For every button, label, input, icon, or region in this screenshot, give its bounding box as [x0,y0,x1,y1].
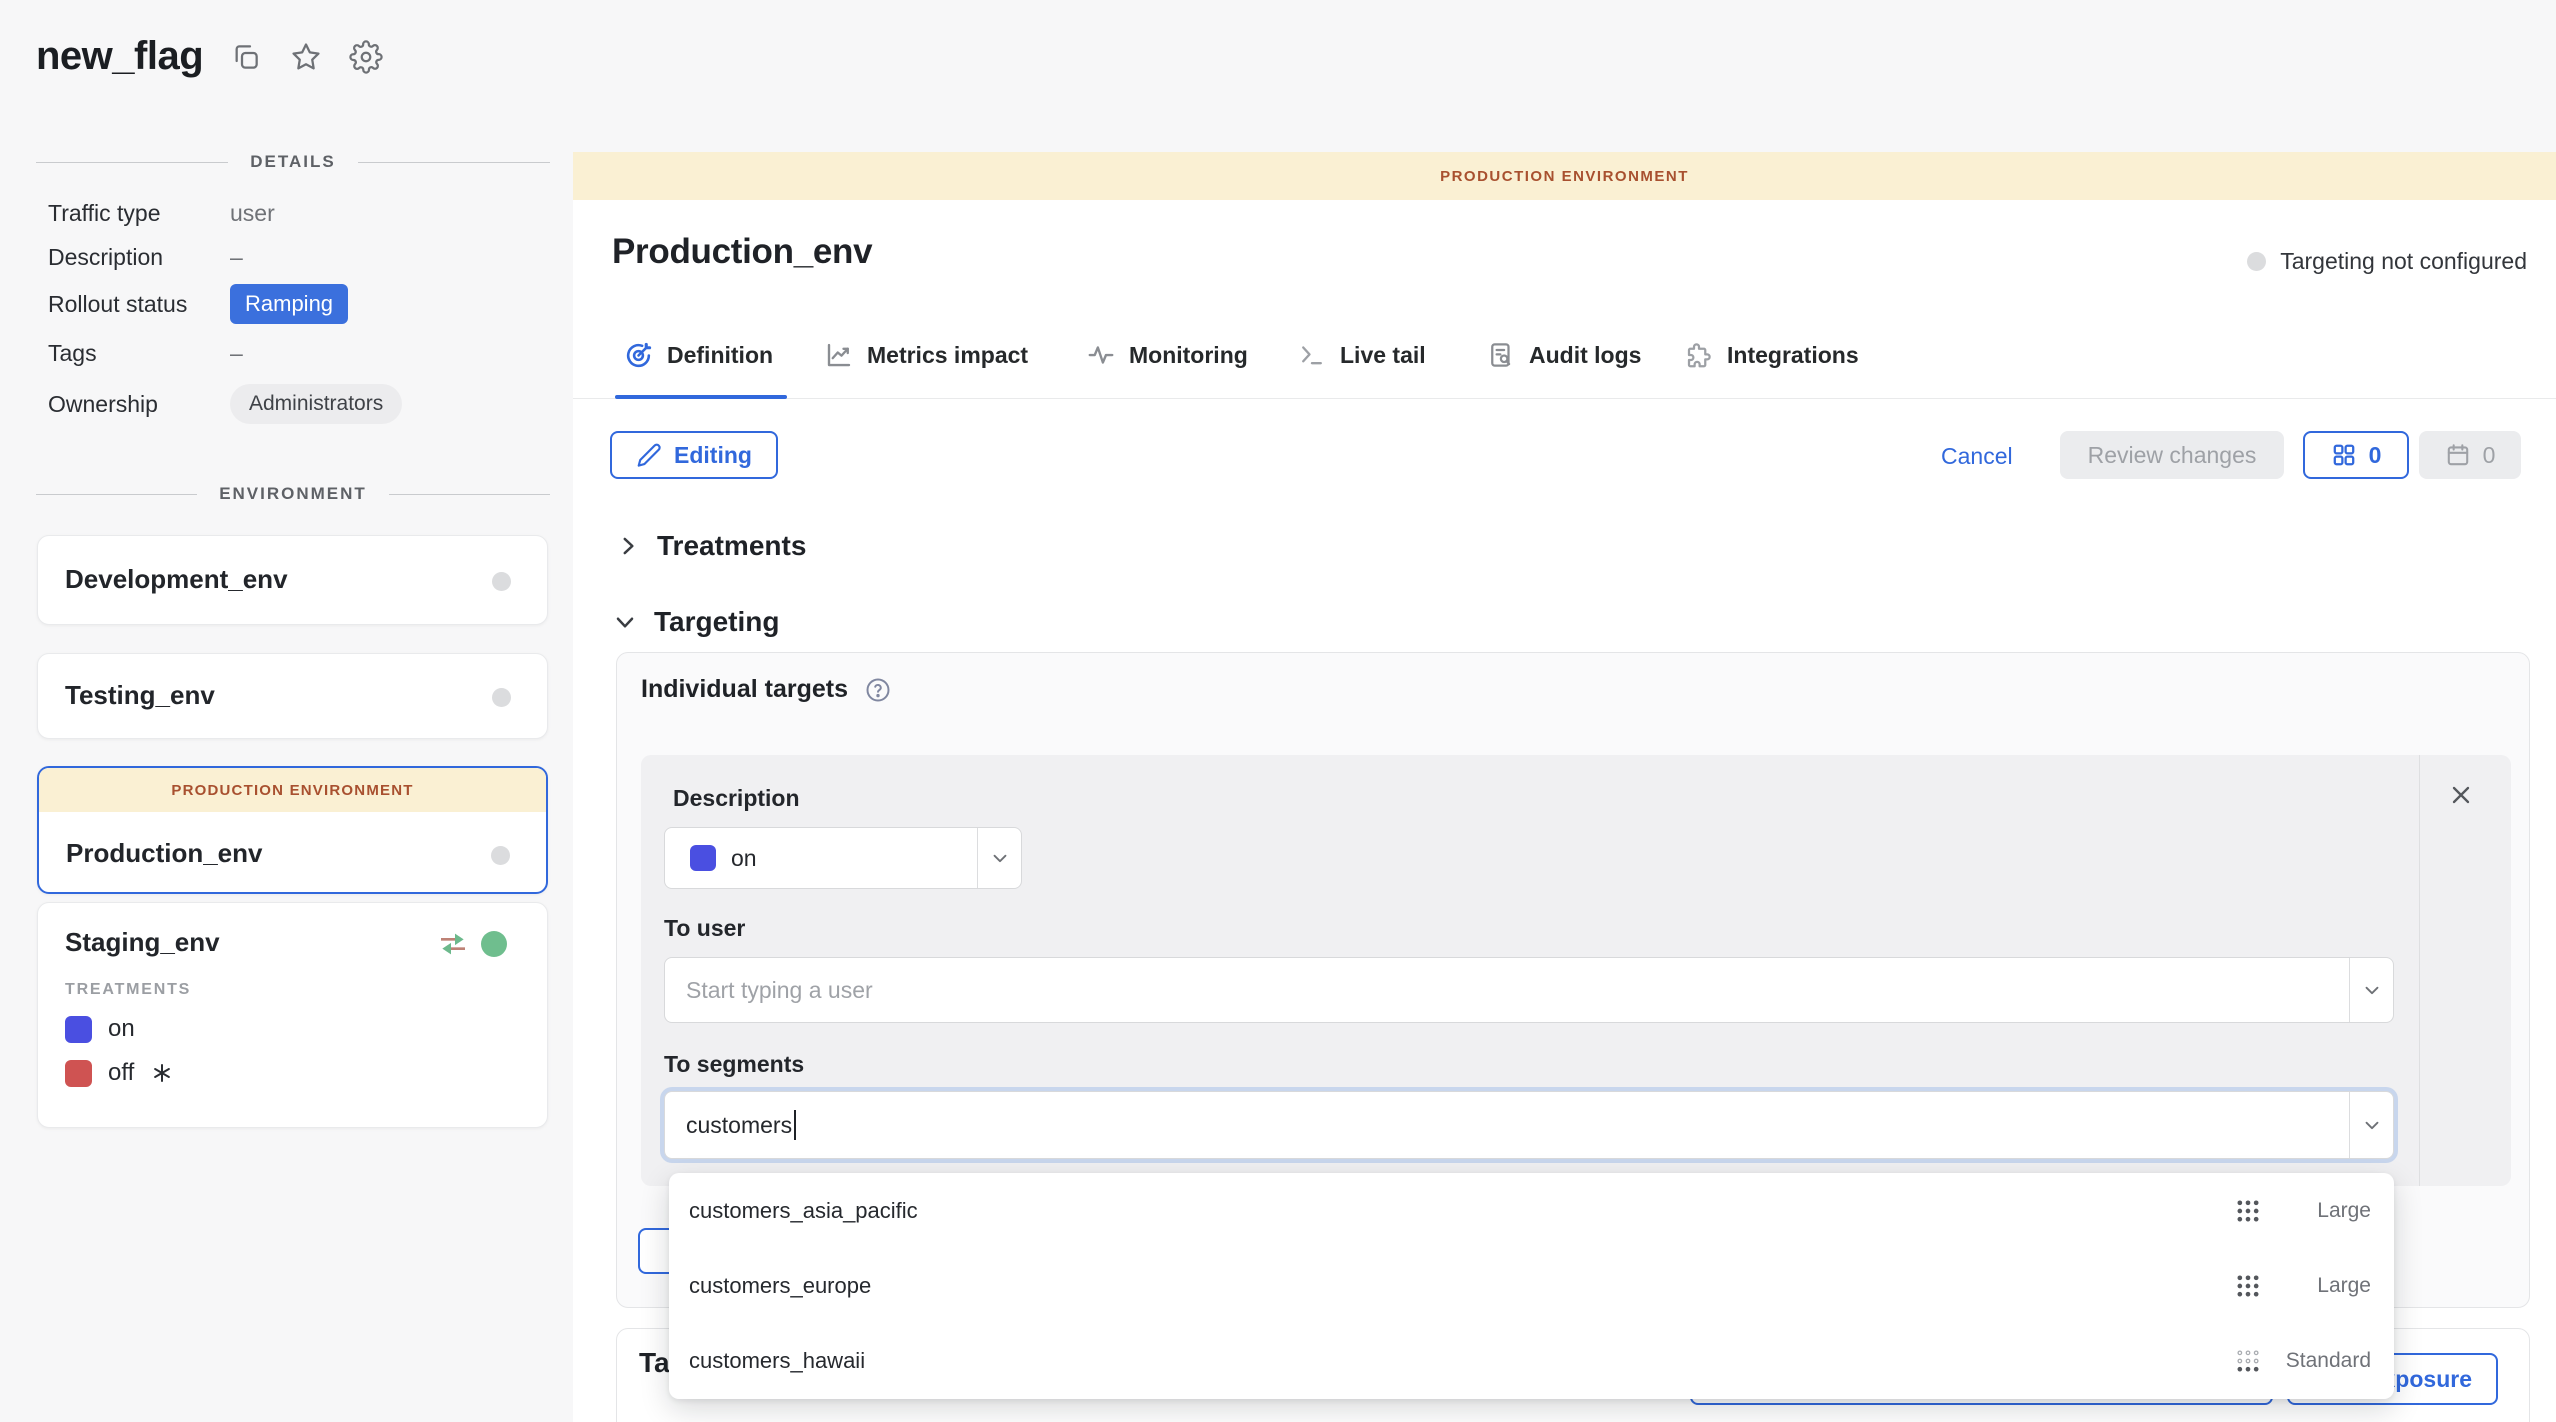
chevron-down-icon [612,609,638,635]
segment-grid-icon-standard [2234,1347,2262,1375]
env-status-dot-active [481,931,507,957]
tab-integrations[interactable]: Integrations [1684,340,1859,370]
description-value: – [230,244,243,271]
treatment-color-swatch [690,845,716,871]
pencil-icon [636,442,662,468]
treatments-caption: TREATMENTS [65,981,191,999]
tags-value: – [230,340,243,367]
flag-title: new_flag [36,34,203,79]
segment-grid-icon-large [2234,1197,2262,1225]
cancel-button[interactable]: Cancel [1941,443,2013,470]
metrics-impact-icon [824,340,854,370]
description-field-label: Description [673,785,800,812]
close-icon[interactable] [2447,781,2475,809]
app-root: new_flag DETAILS Traffic type user Descr… [0,0,2556,1422]
chevron-down-icon[interactable] [2349,1092,2393,1158]
segment-grid-icon-large [2234,1272,2262,1300]
ownership-pill[interactable]: Administrators [230,384,402,424]
detail-row-ownership: Ownership Administrators [48,384,548,424]
dropdown-item-customers-hawaii[interactable]: customers_hawaii Standard [669,1323,2394,1398]
monitoring-icon [1086,340,1116,370]
to-segments-input[interactable]: customers [664,1091,2394,1159]
segments-dropdown: customers_asia_pacific Large customers_e… [669,1173,2394,1399]
flag-header: new_flag [36,34,383,79]
individual-targets-title-row: Individual targets [641,675,892,704]
treatments-section-header[interactable]: Treatments [615,530,806,562]
tab-metrics-impact[interactable]: Metrics impact [824,340,1028,370]
dropdown-item-customers-asia-pacific[interactable]: customers_asia_pacific Large [669,1173,2394,1248]
to-segments-label: To segments [664,1051,804,1078]
swap-arrows-icon [437,929,469,959]
chevron-down-icon[interactable] [977,828,1021,888]
tab-monitoring[interactable]: Monitoring [1086,340,1248,370]
detail-row-tags: Tags – [48,340,548,367]
production-environment-banner: PRODUCTION ENVIRONMENT [573,152,2556,200]
active-tab-indicator [615,395,787,399]
env-card-development[interactable]: Development_env [37,535,548,625]
tab-definition[interactable]: Definition [623,340,773,371]
targeting-section-header[interactable]: Targeting [612,606,779,638]
integrations-icon [1684,340,1714,370]
detail-row-rollout-status: Rollout status Ramping [48,284,548,324]
treatment-select[interactable]: on [664,827,1022,889]
schedule-count-button[interactable]: 0 [2419,431,2521,479]
to-user-label: To user [664,915,745,942]
treatment-row-off: off [65,1059,174,1087]
live-tail-icon [1297,340,1327,370]
details-divider: DETAILS [36,152,550,172]
help-icon[interactable] [864,676,892,704]
env-card-staging[interactable]: Staging_env TREATMENTS on off [37,902,548,1128]
star-icon[interactable] [289,40,323,74]
status-text: Targeting not configured [2280,248,2527,275]
audit-logs-icon [1486,340,1516,370]
details-header: DETAILS [250,152,335,172]
text-cursor [794,1110,796,1140]
tab-audit-logs[interactable]: Audit logs [1486,340,1641,370]
treatment-color-off [65,1060,92,1087]
copy-icon[interactable] [229,40,263,74]
calendar-icon [2445,442,2471,468]
gear-icon[interactable] [349,40,383,74]
detail-row-description: Description – [48,244,548,271]
chevron-right-icon [615,533,641,559]
treatment-color-on [65,1016,92,1043]
env-status-dot [491,846,510,865]
detail-row-traffic-type: Traffic type user [48,200,548,227]
editing-button[interactable]: Editing [610,431,778,479]
environment-divider: ENVIRONMENT [36,484,550,504]
traffic-type-value: user [230,200,275,227]
tabs-border [573,398,2556,399]
env-status-dot [492,572,511,591]
bottom-section-title: Ta [639,1347,670,1379]
production-environment-strip: PRODUCTION ENVIRONMENT [39,768,546,812]
default-treatment-icon [150,1061,174,1085]
chevron-down-icon[interactable] [2349,958,2393,1022]
card-scroll-divider [2419,755,2420,1186]
review-changes-button[interactable]: Review changes [2060,431,2284,479]
definition-icon [623,340,654,371]
individual-target-card: Description on To user Start typing a us… [641,755,2511,1186]
dropdown-item-customers-europe[interactable]: customers_europe Large [669,1248,2394,1323]
treatment-row-on: on [65,1015,135,1043]
layout-count-button[interactable]: 0 [2303,431,2409,479]
to-user-input[interactable]: Start typing a user [664,957,2394,1023]
grid-icon [2331,442,2357,468]
env-status-dot [492,688,511,707]
status-dot [2247,252,2266,271]
targeting-status: Targeting not configured [2247,248,2527,275]
tab-live-tail[interactable]: Live tail [1297,340,1426,370]
environment-header: ENVIRONMENT [219,484,367,504]
rollout-status-badge[interactable]: Ramping [230,284,348,324]
env-card-production[interactable]: PRODUCTION ENVIRONMENT Production_env [37,766,548,894]
env-card-testing[interactable]: Testing_env [37,653,548,739]
page-title: Production_env [612,232,872,272]
